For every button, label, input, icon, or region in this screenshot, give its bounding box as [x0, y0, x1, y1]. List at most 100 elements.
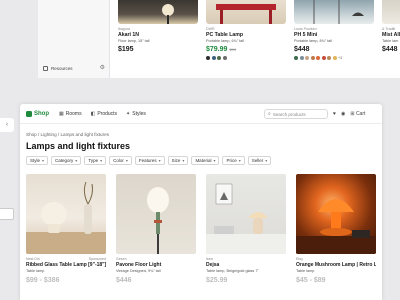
filter-label: Style — [30, 158, 41, 163]
cart-label: Cart — [355, 111, 366, 117]
cart-button[interactable]: ⊞ Cart — [350, 111, 365, 117]
bg-product-card[interactable]: & Traditi Mist All Table lam $448 — [382, 0, 400, 76]
product-card[interactable]: Etsy Orange Mushroom Lamp | Retro L Tabl… — [296, 174, 376, 284]
background-window: Resources ⚙ Ikagura Akari 1N Floor lamp,… — [38, 0, 400, 78]
breadcrumb[interactable]: Shop / Lighting / Lamps and light fixtur… — [26, 132, 109, 137]
bg-product-card[interactable]: Louis Poulsen PH 5 Mini Portable lamp, 8… — [294, 0, 374, 76]
filter-features[interactable]: Features ▾ — [134, 156, 165, 165]
color-swatch[interactable] — [316, 56, 320, 60]
product-name[interactable]: PC Table Lamp — [206, 32, 286, 38]
shop-logo-label: Shop — [34, 110, 49, 117]
product-name[interactable]: Orange Mushroom Lamp | Retro L — [296, 262, 376, 268]
chevron-down-icon: ▾ — [213, 158, 216, 163]
floor-light-image — [147, 187, 169, 254]
product-grid: Nest Din Sponsored Ribbed Glass Table Lam… — [26, 174, 376, 284]
product-brand: Louis Poulsen — [294, 27, 317, 31]
filter-label: Features — [138, 158, 157, 163]
product-name[interactable]: Akari 1N — [118, 32, 198, 38]
filter-size[interactable]: Size ▾ — [167, 156, 189, 165]
filter-style[interactable]: Style ▾ — [26, 156, 49, 165]
shop-logo[interactable]: Shop — [26, 110, 49, 117]
nav-rooms[interactable]: ▦ Rooms — [59, 111, 82, 117]
product-price: $45 - $89 — [296, 277, 326, 284]
product-name[interactable]: Ribbed Glass Table Lamp [9"-18"] — [26, 262, 106, 268]
color-swatches[interactable]: +3 — [294, 56, 374, 60]
product-name[interactable]: Pavone Floor Light — [116, 262, 196, 268]
product-image[interactable] — [116, 174, 196, 254]
filter-label: Color — [113, 158, 124, 163]
nav-products[interactable]: ◧ Products — [91, 111, 117, 117]
product-name[interactable]: Dejsa — [206, 262, 286, 268]
product-desc: Table lamp — [26, 269, 45, 273]
product-price: $448 — [294, 46, 310, 53]
color-swatch[interactable] — [206, 56, 210, 60]
bg-sidebar: Resources ⚙ — [38, 0, 110, 78]
product-desc: Portable lamp, 8¾" tall — [294, 39, 333, 43]
color-swatch[interactable] — [321, 56, 326, 60]
bg-product-card[interactable]: Ikagura Akari 1N Floor lamp, 15" tall $1… — [118, 0, 198, 76]
product-name[interactable]: PH 5 Mini — [294, 32, 374, 38]
bg-product-card[interactable]: DWR PC Table Lamp Portable lamp, 6¾" tal… — [206, 0, 286, 76]
color-swatch[interactable] — [310, 56, 315, 60]
product-image — [382, 0, 400, 24]
filter-label: Price — [226, 158, 237, 163]
filter-price[interactable]: Price ▾ — [222, 156, 245, 165]
heart-icon[interactable]: ♥ — [333, 111, 336, 117]
product-image[interactable] — [206, 174, 286, 254]
gear-icon[interactable]: ⚙ — [100, 65, 105, 71]
toolbar-icons: ♥ ◉ ⊞ Cart — [333, 109, 365, 119]
chevron-down-icon: ▾ — [238, 158, 241, 163]
mushroom-lamp-image — [296, 199, 376, 254]
chevron-left-icon: ‹ — [6, 122, 8, 128]
chevron-down-icon: ▾ — [100, 158, 103, 163]
shop-logo-icon — [26, 110, 32, 117]
cart-icon: ⊞ — [350, 111, 355, 117]
product-seller: Ikea — [206, 257, 213, 261]
product-card[interactable]: Gesen Pavone Floor Light Vintage Designe… — [116, 174, 196, 284]
account-icon[interactable]: ◉ — [341, 111, 345, 117]
shop-window: Shop ▦ Rooms ◧ Products ✦ Styles ⌕ Searc… — [20, 104, 382, 300]
color-swatches[interactable] — [206, 56, 286, 60]
filter-label: Size — [171, 158, 181, 163]
window-image — [313, 0, 364, 24]
color-swatch[interactable] — [305, 56, 309, 60]
filter-type[interactable]: Type ▾ — [84, 156, 107, 165]
product-image[interactable] — [26, 174, 106, 254]
side-panel-toggle[interactable]: ‹ — [0, 118, 14, 132]
search-input[interactable]: ⌕ Search products — [264, 109, 328, 119]
nav-products-label: Products — [97, 110, 118, 117]
side-panel-field[interactable] — [0, 208, 14, 220]
product-seller: Nest Din — [26, 257, 40, 261]
chevron-down-icon: ▾ — [75, 158, 78, 163]
top-nav-bar: Shop ▦ Rooms ◧ Products ✦ Styles ⌕ Searc… — [20, 104, 382, 124]
filter-label: Type — [88, 158, 99, 163]
product-desc: Table lamp, Beige/gold glass 7" — [206, 269, 259, 273]
color-swatch[interactable] — [294, 56, 298, 60]
color-swatch[interactable] — [217, 56, 221, 60]
filter-label: Seller — [251, 158, 264, 163]
color-swatch[interactable] — [211, 56, 216, 60]
product-image[interactable] — [296, 174, 376, 254]
filter-category[interactable]: Category ▾ — [51, 156, 82, 165]
filter-color[interactable]: Color ▾ — [109, 156, 132, 165]
product-card[interactable]: Nest Din Sponsored Ribbed Glass Table Lam… — [26, 174, 106, 284]
color-swatch[interactable] — [299, 56, 304, 60]
filter-seller[interactable]: Seller ▾ — [247, 156, 272, 165]
lamp-image — [162, 4, 174, 24]
color-swatch[interactable] — [332, 56, 337, 60]
color-swatch[interactable] — [222, 56, 227, 60]
product-name[interactable]: Mist All — [382, 32, 400, 38]
filter-material[interactable]: Material ▾ — [191, 156, 220, 165]
table-image — [216, 4, 276, 24]
product-card[interactable]: Ikea Dejsa Table lamp, Beige/gold glass … — [206, 174, 286, 284]
color-swatch[interactable] — [327, 56, 331, 60]
product-brand: Ikagura — [118, 27, 130, 31]
product-image — [294, 0, 374, 24]
resources-item[interactable]: Resources ⚙ — [43, 63, 105, 73]
product-brand: & Traditi — [382, 27, 396, 31]
product-desc: Vintage Designed, 9¾" tall — [116, 269, 161, 273]
styles-icon: ✦ — [126, 110, 131, 117]
more-swatches[interactable]: +3 — [338, 56, 342, 60]
nav-styles[interactable]: ✦ Styles — [126, 111, 146, 117]
product-desc: Table lam — [382, 39, 399, 43]
